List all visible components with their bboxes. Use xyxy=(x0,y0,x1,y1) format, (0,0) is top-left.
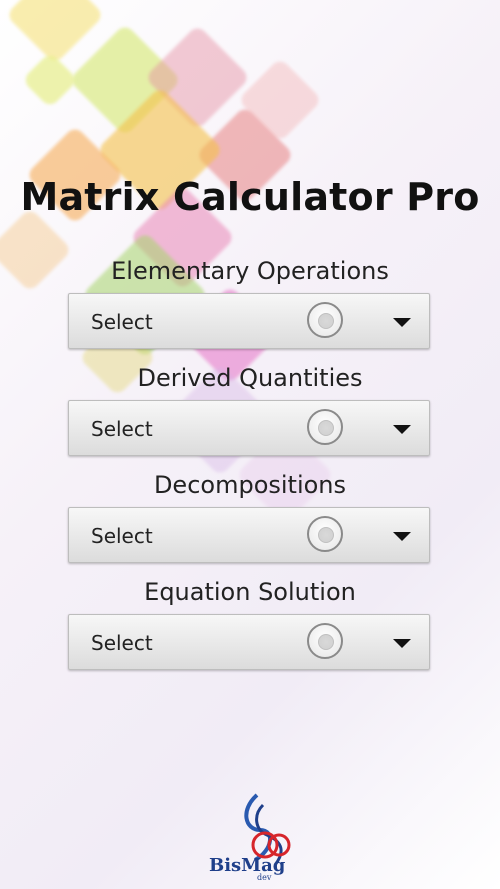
decompositions-select[interactable]: Select xyxy=(68,507,430,563)
section-label-derived-quantities: Derived Quantities xyxy=(137,364,363,392)
radio-circle-icon xyxy=(307,623,343,659)
logo-wordmark: BisMag xyxy=(209,855,286,876)
caret-down-icon xyxy=(393,318,411,327)
select-value: Select xyxy=(91,417,153,441)
caret-down-icon xyxy=(393,532,411,541)
section-label-equation-solution: Equation Solution xyxy=(144,578,356,606)
decor-diamond xyxy=(21,51,79,109)
equation-solution-select[interactable]: Select xyxy=(68,614,430,670)
decor-diamond xyxy=(5,0,105,65)
caret-down-icon xyxy=(393,639,411,648)
radio-circle-icon xyxy=(307,516,343,552)
app-title: Matrix Calculator Pro xyxy=(20,175,480,219)
select-value: Select xyxy=(91,524,153,548)
section-label-decompositions: Decompositions xyxy=(153,471,347,499)
select-value: Select xyxy=(91,631,153,655)
elementary-operations-select[interactable]: Select xyxy=(68,293,430,349)
radio-circle-icon xyxy=(307,302,343,338)
logo-subtext: dev xyxy=(257,873,272,882)
derived-quantities-select[interactable]: Select xyxy=(68,400,430,456)
section-label-elementary-operations: Elementary Operations xyxy=(111,257,389,285)
select-value: Select xyxy=(91,310,153,334)
caret-down-icon xyxy=(393,425,411,434)
radio-circle-icon xyxy=(307,409,343,445)
